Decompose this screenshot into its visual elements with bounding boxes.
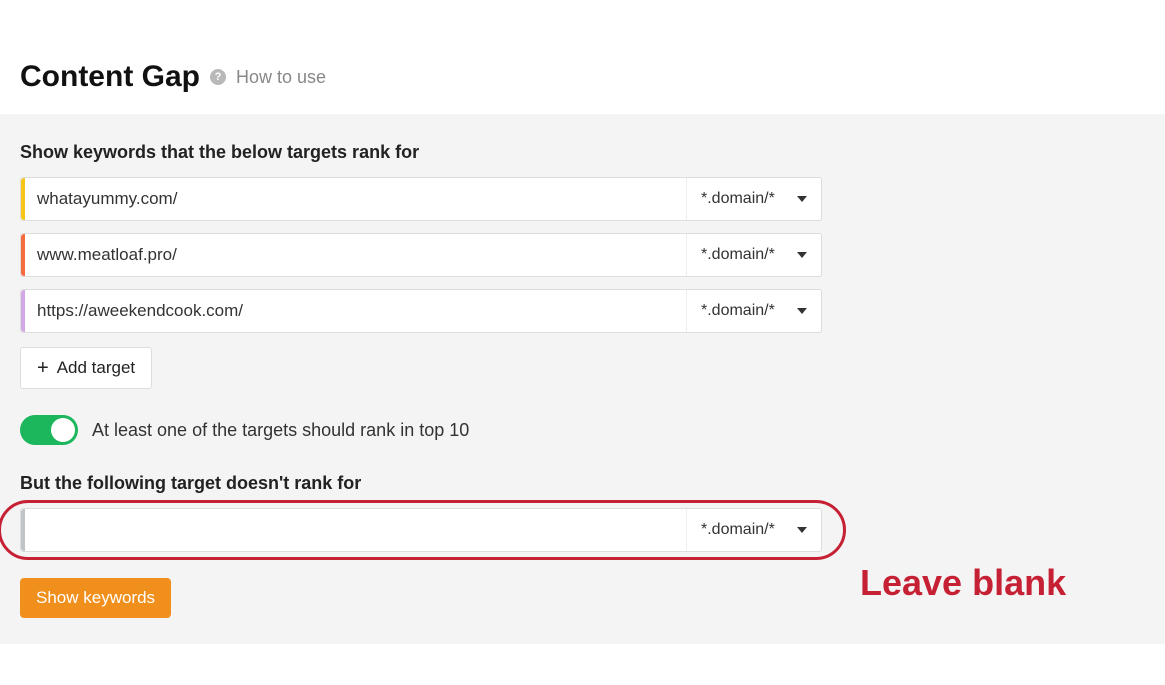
chevron-down-icon	[797, 527, 807, 533]
domain-mode-text: *.domain/*	[701, 521, 775, 539]
toggle-row: At least one of the targets should rank …	[20, 415, 1145, 445]
annotation-text: Leave blank	[860, 562, 1066, 604]
help-icon[interactable]: ?	[210, 69, 226, 85]
target-row: *.domain/*	[20, 289, 822, 333]
target-input[interactable]	[25, 290, 686, 332]
target-input[interactable]	[25, 178, 686, 220]
add-target-button[interactable]: + Add target	[20, 347, 152, 389]
add-target-label: Add target	[57, 358, 135, 378]
chevron-down-icon	[797, 252, 807, 258]
title-row: Content Gap ? How to use	[20, 60, 1145, 94]
exclude-wrapper: *.domain/*	[20, 508, 822, 552]
exclude-target-row: *.domain/*	[20, 508, 822, 552]
domain-mode-select[interactable]: *.domain/*	[686, 290, 821, 332]
exclude-section-label: But the following target doesn't rank fo…	[20, 473, 1145, 494]
page-title: Content Gap	[20, 60, 200, 94]
show-keywords-button[interactable]: Show keywords	[20, 578, 171, 618]
target-row: *.domain/*	[20, 177, 822, 221]
exclude-target-input[interactable]	[25, 509, 686, 551]
rank-top10-toggle[interactable]	[20, 415, 78, 445]
domain-mode-select[interactable]: *.domain/*	[686, 178, 821, 220]
how-to-use-link[interactable]: How to use	[236, 67, 326, 88]
domain-mode-select[interactable]: *.domain/*	[686, 509, 821, 551]
targets-section-label: Show keywords that the below targets ran…	[20, 142, 1145, 163]
chevron-down-icon	[797, 308, 807, 314]
toggle-knob	[51, 418, 75, 442]
header-area: Content Gap ? How to use	[0, 0, 1165, 114]
chevron-down-icon	[797, 196, 807, 202]
plus-icon: +	[37, 358, 49, 378]
domain-mode-text: *.domain/*	[701, 302, 775, 320]
domain-mode-text: *.domain/*	[701, 190, 775, 208]
domain-mode-text: *.domain/*	[701, 246, 775, 264]
toggle-label: At least one of the targets should rank …	[92, 420, 469, 441]
form-panel: Show keywords that the below targets ran…	[0, 114, 1165, 644]
domain-mode-select[interactable]: *.domain/*	[686, 234, 821, 276]
target-input[interactable]	[25, 234, 686, 276]
target-row: *.domain/*	[20, 233, 822, 277]
